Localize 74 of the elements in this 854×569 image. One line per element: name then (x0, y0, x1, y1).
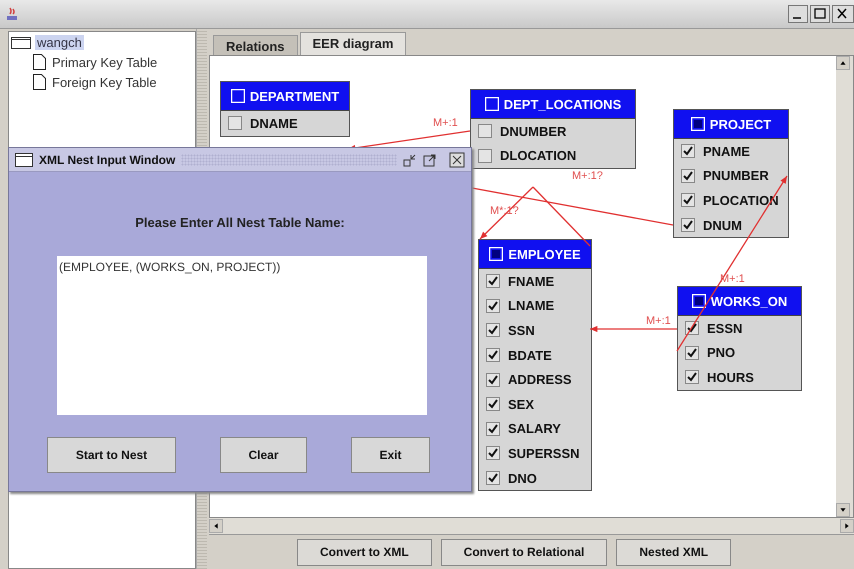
field-name: ADDRESS (508, 372, 572, 388)
table-name: DEPT_LOCATIONS (504, 96, 622, 112)
window-controls[interactable] (788, 5, 854, 23)
document-icon (33, 54, 46, 70)
checkbox[interactable] (681, 144, 695, 158)
tree-item[interactable]: Foreign Key Table (50, 74, 159, 90)
checkbox[interactable] (685, 370, 699, 384)
relationship-label: M+:1 (433, 117, 458, 129)
checkbox[interactable] (486, 298, 500, 313)
checkbox[interactable] (486, 397, 500, 412)
field-name: SALARY (508, 421, 561, 436)
field-name: HOURS (707, 370, 754, 385)
tree-item[interactable]: wangch (35, 34, 84, 50)
field-name: BDATE (508, 348, 552, 363)
tab[interactable]: Relations (213, 35, 298, 55)
dialog-button[interactable]: Exit (351, 437, 430, 473)
scroll-down-icon[interactable] (836, 503, 850, 517)
checkbox[interactable] (486, 422, 500, 436)
input-field[interactable]: (EMPLOYEE, (WORKS_ON, PROJECT)) (57, 256, 427, 415)
checkbox[interactable] (486, 446, 500, 460)
prompt-label: Please Enter All Nest Table Name: (134, 215, 346, 230)
field-name: SEX (508, 396, 534, 412)
checkbox[interactable] (486, 323, 500, 338)
field-name: PNO (707, 345, 736, 360)
dialog-title: XML Nest Input Window (39, 152, 176, 166)
horizontal-scrollbar[interactable] (209, 518, 854, 535)
checkbox[interactable] (681, 193, 695, 208)
checkbox[interactable] (685, 321, 699, 336)
table-name: WORKS_ON (710, 294, 788, 308)
field-name: SSN (508, 322, 535, 338)
checkbox[interactable] (478, 148, 492, 163)
checkbox[interactable] (681, 218, 695, 232)
table-name: DEPARTMENT (250, 88, 340, 104)
field-name: PNUMBER (703, 168, 769, 184)
checkbox[interactable] (486, 372, 500, 387)
tab[interactable]: EER diagram (300, 32, 406, 55)
checkbox[interactable] (486, 471, 500, 486)
tree-item[interactable]: Primary Key Table (50, 54, 160, 70)
relationship-label: M+:1? (572, 170, 603, 182)
field-name: SUPERSSN (508, 446, 580, 461)
scroll-right-icon[interactable] (840, 519, 854, 533)
scroll-left-icon[interactable] (209, 519, 223, 533)
field-name: DNUM (703, 218, 742, 233)
checkbox[interactable] (486, 348, 500, 362)
minimize-icon[interactable] (403, 152, 417, 166)
window-icon (15, 152, 33, 166)
table-name: PROJECT (710, 116, 772, 132)
field-name: DNO (508, 470, 537, 486)
action-button[interactable]: Convert to Relational (440, 538, 608, 566)
field-name: DNAME (250, 116, 298, 131)
maximize-icon[interactable] (423, 152, 437, 166)
field-name: DNUMBER (500, 124, 566, 139)
checkbox[interactable] (228, 116, 242, 130)
checkbox[interactable] (681, 168, 695, 183)
app-icon (4, 6, 20, 22)
field-name: ESSN (707, 320, 742, 336)
dialog-button[interactable]: Clear (220, 437, 307, 473)
checkbox[interactable] (478, 124, 492, 138)
field-name: DLOCATION (500, 148, 576, 164)
field-name: LNAME (508, 298, 554, 314)
table-name: EMPLOYEE (508, 246, 581, 262)
document-icon (33, 74, 46, 90)
vertical-scrollbar[interactable] (836, 56, 853, 517)
dialog-button[interactable]: Start to Nest (47, 437, 176, 473)
action-button[interactable]: Convert to XML (297, 538, 432, 566)
checkbox[interactable] (486, 274, 500, 288)
field-name: FNAME (508, 274, 554, 289)
action-button[interactable]: Nested XML (616, 538, 732, 566)
field-name: PNAME (703, 144, 750, 159)
scroll-up-icon[interactable] (836, 56, 850, 70)
folder-icon (11, 36, 31, 48)
relationship-label: M+:1 (646, 315, 671, 327)
close-icon[interactable] (449, 152, 465, 168)
checkbox[interactable] (685, 346, 699, 360)
